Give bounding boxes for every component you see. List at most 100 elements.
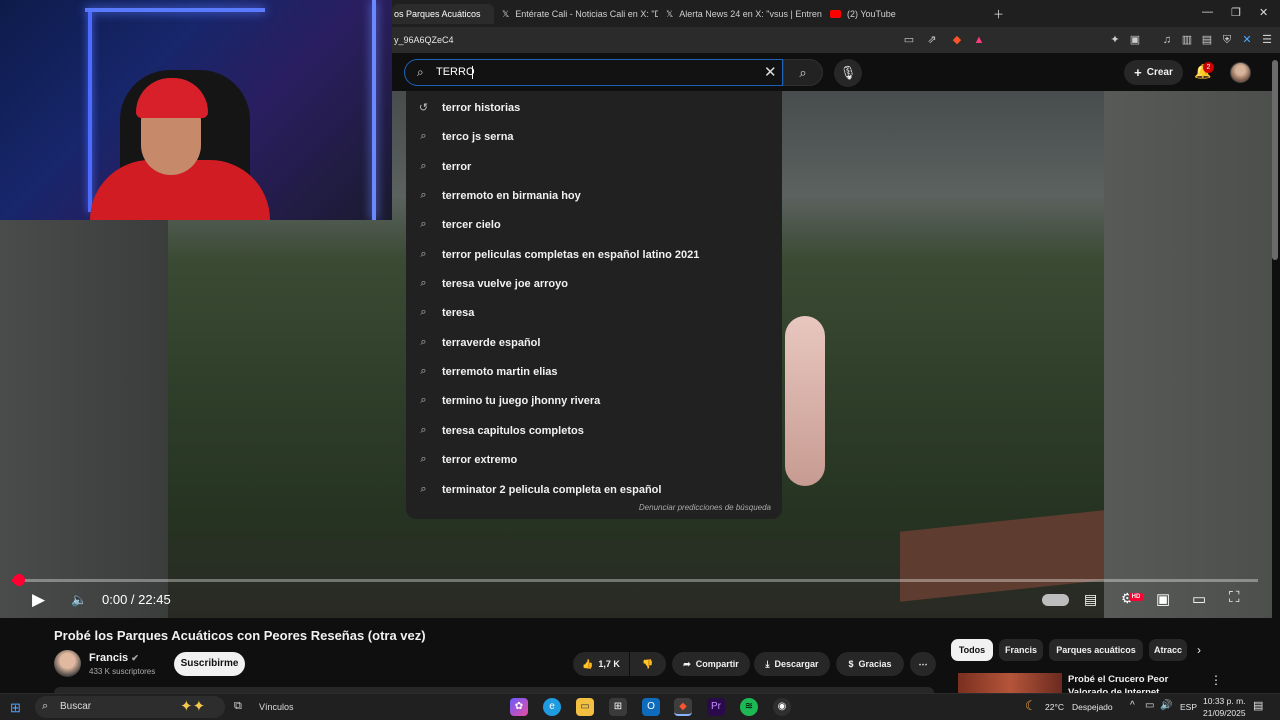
edge-icon[interactable]: e (543, 698, 561, 716)
chevron-right-icon[interactable]: › (1197, 643, 1201, 657)
outlook-icon[interactable]: O (642, 698, 660, 716)
tab-alerta-news[interactable]: 𝕏 Alerta News 24 en X: "vsus | Entrenar (666, 4, 822, 24)
tab-enterate-cali[interactable]: 𝕏 Entérate Cali - Noticias Cali en X: "D… (502, 4, 658, 24)
brave-browser-icon[interactable]: ◆ (674, 698, 692, 716)
share-icon[interactable]: ⇗ (925, 33, 939, 47)
suggestion-item[interactable]: ⌕ terremoto martin elias (406, 357, 782, 386)
music-icon[interactable]: ♫ (1160, 33, 1174, 47)
chevron-up-icon[interactable]: ^ (1130, 700, 1135, 711)
thumbs-up-icon: 👍 (582, 658, 594, 669)
more-vert-icon[interactable]: ⋮ (1210, 673, 1222, 687)
store-icon[interactable]: ⊞ (609, 698, 627, 716)
links-toolbar[interactable]: Vínculos (259, 702, 294, 712)
miniplayer-icon[interactable]: ▣ (1156, 590, 1170, 608)
suggestion-item[interactable]: ⌕ teresa capitulos completos (406, 416, 782, 445)
suggestion-item[interactable]: ⌕ terco js serna (406, 122, 782, 151)
history-icon: ↺ (418, 102, 429, 114)
suggestion-item[interactable]: ⌕ terminator 2 pelicula completa en españ… (406, 475, 782, 504)
theater-mode-icon[interactable]: ▭ (1192, 590, 1206, 608)
share-button[interactable]: ➦ Compartir (672, 652, 750, 676)
suggestion-item[interactable]: ⌕ teresa (406, 298, 782, 327)
maximize-icon[interactable]: ❐ (1231, 6, 1241, 19)
volume-icon[interactable]: 🔊 (1160, 700, 1172, 711)
subscribe-button[interactable]: Suscribirme (174, 652, 245, 676)
vpn-icon[interactable]: ⛨ (1220, 33, 1234, 47)
search-button[interactable]: ⌕ (783, 59, 823, 86)
brave-shield-icon[interactable]: ◆ (950, 33, 964, 47)
close-icon[interactable]: ✕ (493, 8, 494, 21)
tab-youtube[interactable]: (2) YouTube (830, 4, 980, 24)
clock-date[interactable]: 21/09/2025 (1203, 708, 1246, 718)
suggestion-item[interactable]: ⌕ terror peliculas completas en español l… (406, 240, 782, 269)
minimize-icon[interactable]: — (1202, 6, 1213, 18)
report-predictions-link[interactable]: Denunciar predicciones de búsqueda (406, 503, 771, 512)
chip-parques-acuaticos[interactable]: Parques acuáticos (1049, 639, 1143, 661)
dislike-button[interactable]: 👎 (630, 652, 666, 676)
search-icon: ⌕ (420, 483, 427, 495)
recommended-title[interactable]: Probé el Crucero Peor Valorado de Intern… (1068, 673, 1208, 694)
subtitles-icon[interactable]: ▤ (1084, 591, 1097, 608)
download-button[interactable]: ⤓ Descargar (754, 652, 830, 676)
windows-start-icon[interactable]: ⊞ (10, 700, 21, 716)
chip-todos[interactable]: Todos (951, 639, 993, 661)
suggestion-item[interactable]: ⌕ terror extremo (406, 445, 782, 474)
spotify-icon[interactable]: ≋ (740, 698, 758, 716)
cast-icon[interactable]: ▭ (902, 33, 916, 47)
obs-icon[interactable]: ◉ (773, 698, 791, 716)
sidebar-icon[interactable]: ▥ (1180, 33, 1194, 47)
video-progress-bar[interactable] (12, 574, 1258, 586)
autoplay-toggle[interactable] (1042, 594, 1069, 606)
notification-center-icon[interactable]: ▤ (1253, 699, 1263, 712)
chip-atracc[interactable]: Atracc (1149, 639, 1187, 661)
clock-time[interactable]: 10:33 p. m. (1203, 696, 1246, 706)
search-input[interactable]: ⌕ TERRO ✕ (404, 59, 783, 86)
search-icon: ⌕ (420, 453, 427, 465)
wallet-icon[interactable]: ▤ (1200, 33, 1214, 47)
extensions-icon[interactable]: ✦ (1108, 33, 1122, 47)
page-scrollbar[interactable] (1272, 60, 1278, 260)
clear-search-icon[interactable]: ✕ (764, 63, 777, 81)
search-icon: ⌕ (420, 394, 427, 406)
tab-label: os Parques Acuáticos (394, 9, 481, 19)
search-icon: ⌕ (420, 248, 427, 260)
channel-avatar[interactable] (54, 650, 81, 677)
recommended-thumbnail[interactable] (958, 673, 1062, 695)
tab-active[interactable]: os Parques Acuáticos ✕ (392, 4, 494, 24)
screenshot-icon[interactable]: ▣ (1128, 33, 1142, 47)
weather-temp[interactable]: 22°C (1045, 702, 1064, 712)
scrubber-handle[interactable] (13, 574, 25, 586)
suggestion-item[interactable]: ⌕ teresa vuelve joe arroyo (406, 269, 782, 298)
account-avatar[interactable] (1230, 62, 1251, 83)
task-view-icon[interactable]: ⧉ (234, 700, 242, 713)
create-button[interactable]: + Crear (1124, 60, 1183, 85)
suggestion-item[interactable]: ⌕ terror (406, 152, 782, 181)
volume-icon[interactable]: 🔈 (71, 592, 87, 608)
network-icon[interactable]: ▭ (1145, 700, 1154, 711)
suggestion-item[interactable]: ↺ terror historias (406, 93, 782, 122)
copilot-icon[interactable]: ✿ (510, 698, 528, 716)
voice-search-button[interactable]: 🎙 (834, 59, 862, 87)
suggestion-item[interactable]: ⌕ terremoto en birmania hoy (406, 181, 782, 210)
chip-francis[interactable]: Francis (999, 639, 1043, 661)
channel-name[interactable]: Francis ✔ (89, 652, 139, 664)
close-window-icon[interactable]: ✕ (1259, 6, 1268, 19)
bitwarden-icon[interactable]: ✕ (1240, 33, 1254, 47)
suggestion-item[interactable]: ⌕ termino tu juego jhonny rivera (406, 386, 782, 415)
more-actions-button[interactable]: ⋯ (910, 652, 936, 676)
like-button[interactable]: 👍 1,7 K (573, 652, 629, 676)
thanks-button[interactable]: $ Gracias (836, 652, 904, 676)
taskbar-search[interactable]: ⌕ Buscar ✦✦ (35, 696, 225, 718)
suggestion-item[interactable]: ⌕ tercer cielo (406, 210, 782, 239)
fullscreen-icon[interactable]: ⛶ (1229, 589, 1240, 606)
brave-rewards-icon[interactable]: ▲ (972, 33, 986, 47)
language-indicator[interactable]: ESP (1180, 702, 1197, 712)
url-text[interactable]: y_96A6QZeC4 (394, 35, 454, 45)
menu-icon[interactable]: ☰ (1260, 33, 1274, 47)
premiere-icon[interactable]: Pr (707, 698, 725, 716)
suggestion-item[interactable]: ⌕ terraverde español (406, 328, 782, 357)
weather-desc[interactable]: Despejado (1072, 702, 1113, 712)
thanks-label: Gracias (858, 659, 892, 669)
file-explorer-icon[interactable]: ▭ (576, 698, 594, 716)
play-icon[interactable]: ▶ (32, 590, 45, 610)
new-tab-button[interactable]: ＋ (993, 6, 1004, 22)
